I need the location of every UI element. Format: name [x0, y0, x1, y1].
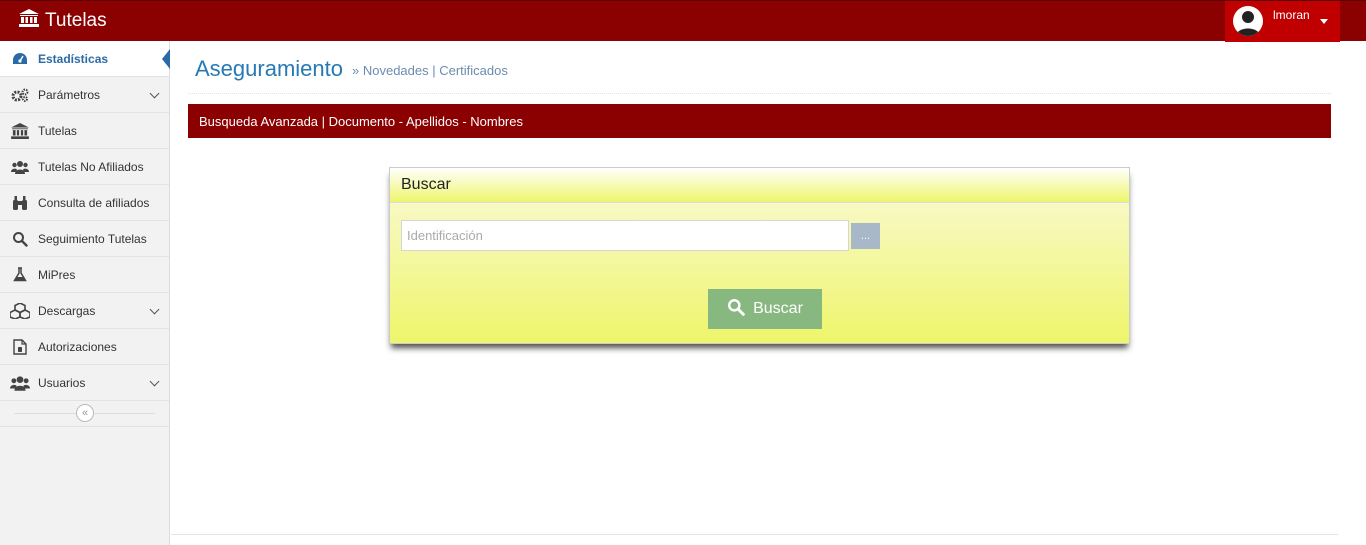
sidebar-item-label: Parámetros	[38, 87, 101, 102]
sidebar-item-consulta-afiliados[interactable]: Consulta de afiliados	[0, 185, 169, 221]
page-subtitle: » Novedades | Certificados	[352, 63, 508, 78]
sidebar-item-tutelas[interactable]: Tutelas	[0, 113, 169, 149]
flask-icon	[10, 267, 30, 283]
page-title: Aseguramiento	[195, 56, 343, 81]
brand-title: Tutelas	[45, 10, 107, 31]
bank-icon	[19, 9, 39, 33]
sidebar-item-parametros[interactable]: Parámetros	[0, 77, 169, 113]
dashboard-icon	[10, 51, 30, 67]
footer-divider	[171, 534, 1338, 535]
sidebar-item-descargas[interactable]: Descargas	[0, 293, 169, 329]
chevron-down-icon	[149, 88, 160, 99]
user-name: lmoran	[1273, 8, 1310, 22]
sidebar-item-label: Descargas	[38, 303, 96, 318]
sidebar-item-usuarios[interactable]: Usuarios	[0, 365, 169, 401]
sidebar-item-label: Estadísticas	[38, 51, 109, 66]
chevron-down-icon	[149, 304, 160, 315]
sidebar-collapse-row: «	[0, 401, 169, 427]
sidebar: Estadísticas Parámetros Tutelas Tutelas …	[0, 41, 170, 545]
search-icon	[727, 298, 745, 321]
avatar	[1233, 6, 1263, 36]
file-icon	[10, 338, 30, 355]
search-icon	[10, 231, 30, 247]
binoculars-icon	[10, 195, 30, 211]
page-header: Aseguramiento » Novedades | Certificados	[188, 51, 1331, 94]
bank-icon	[10, 122, 30, 139]
sidebar-item-autorizaciones[interactable]: Autorizaciones	[0, 329, 169, 365]
search-button[interactable]: Buscar	[708, 289, 822, 329]
users-icon	[10, 159, 30, 175]
identification-input[interactable]	[401, 220, 849, 251]
user-menu[interactable]: lmoran	[1225, 1, 1340, 42]
sidebar-item-label: Seguimiento Tutelas	[38, 231, 147, 246]
sidebar-item-label: Usuarios	[38, 375, 86, 390]
sidebar-collapse-button[interactable]: «	[76, 404, 94, 422]
sidebar-item-mipres[interactable]: MiPres	[0, 257, 169, 293]
search-button-label: Buscar	[753, 300, 803, 317]
users-icon	[10, 375, 30, 391]
sidebar-item-label: Tutelas No Afiliados	[38, 159, 144, 174]
sidebar-item-seguimiento-tutelas[interactable]: Seguimiento Tutelas	[0, 221, 169, 257]
sidebar-item-label: MiPres	[38, 267, 76, 282]
panel-title: Buscar	[390, 168, 1129, 203]
search-panel: Buscar ... Buscar	[389, 167, 1130, 344]
sidebar-item-estadisticas[interactable]: Estadísticas	[0, 41, 170, 77]
cubes-icon	[10, 302, 30, 319]
brand[interactable]: Tutelas	[19, 9, 107, 33]
main-content: Aseguramiento » Novedades | Certificados…	[171, 41, 1338, 535]
sidebar-item-tutelas-no-afiliados[interactable]: Tutelas No Afiliados	[0, 149, 169, 185]
search-mode-bar: Busqueda Avanzada | Documento - Apellido…	[188, 104, 1331, 138]
sidebar-item-label: Autorizaciones	[38, 339, 117, 354]
lookup-button[interactable]: ...	[851, 223, 880, 249]
chevron-down-icon	[149, 376, 160, 387]
top-navbar: Tutelas lmoran	[0, 0, 1366, 42]
gears-icon	[10, 87, 30, 103]
sidebar-item-label: Consulta de afiliados	[38, 195, 150, 210]
sidebar-item-label: Tutelas	[38, 123, 77, 138]
caret-down-icon	[1320, 19, 1328, 24]
